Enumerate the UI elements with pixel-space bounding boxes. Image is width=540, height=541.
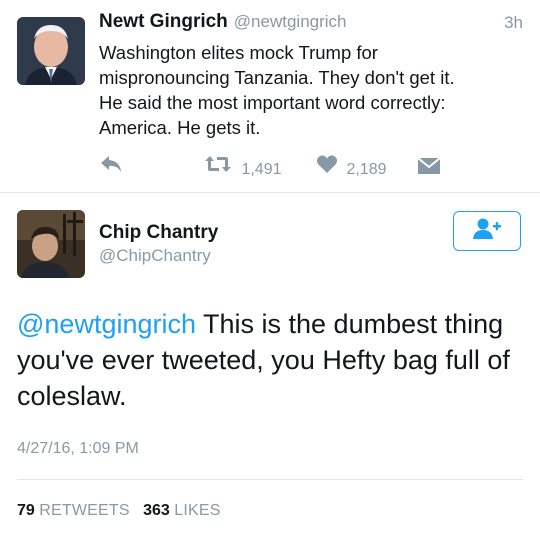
tweet2-author-handle[interactable]: @ChipChantry <box>99 246 211 266</box>
like-button[interactable]: 2,189 <box>316 154 387 178</box>
tweet1-author[interactable]: Newt Gingrich @newtgingrich <box>99 11 347 33</box>
tweet2-text-line: you've ever tweeted, you Hefty bag full … <box>17 345 510 375</box>
retweet-icon[interactable] <box>203 154 233 174</box>
tweet2-stats: 79 RETWEETS 363 LIKES <box>17 502 221 520</box>
tweet2-text-line: coleslaw. <box>17 381 127 411</box>
tweet2-text-line: @newtgingrich This is the dumbest thing <box>17 306 527 342</box>
tweet2-text-fragment: This is the dumbest thing <box>196 309 504 339</box>
tweet1-text-line: mispronouncing Tanzania. They don't get … <box>99 67 455 88</box>
tweet1-text-line: He said the most important word correctl… <box>99 92 446 113</box>
retweet-button[interactable]: 1,491 <box>203 154 282 178</box>
retweets-label: RETWEETS <box>39 502 130 519</box>
retweets-stat[interactable]: 79 RETWEETS <box>17 502 130 519</box>
tweet-divider <box>0 192 540 193</box>
retweet-count: 1,491 <box>241 161 282 178</box>
tweet1-author-name[interactable]: Newt Gingrich <box>99 11 228 32</box>
chip-chantry-avatar[interactable] <box>17 210 85 278</box>
likes-label: LIKES <box>174 502 221 519</box>
like-icon[interactable] <box>316 154 338 174</box>
tweet1-author-handle[interactable]: @newtgingrich <box>234 12 347 31</box>
newt-gingrich-avatar[interactable] <box>17 17 85 85</box>
reply-icon[interactable] <box>99 154 123 174</box>
direct-message-icon[interactable] <box>417 157 441 175</box>
tweet1-text: Washington elites mock Trump for mispron… <box>99 40 524 140</box>
like-count: 2,189 <box>346 161 387 178</box>
likes-stat[interactable]: 363 LIKES <box>143 502 221 519</box>
tweet2-text: @newtgingrich This is the dumbest thing … <box>17 306 527 414</box>
retweets-count: 79 <box>17 502 35 519</box>
tweet2-author-name[interactable]: Chip Chantry <box>99 222 218 244</box>
follow-button[interactable] <box>453 211 521 251</box>
tweet1-text-line: Washington elites mock Trump for <box>99 42 378 63</box>
likes-count: 363 <box>143 502 170 519</box>
tweet1-text-line: America. He gets it. <box>99 117 261 138</box>
reply-button[interactable] <box>99 154 123 178</box>
direct-message-button[interactable] <box>417 157 441 181</box>
stats-divider <box>17 479 523 480</box>
mention-link[interactable]: @newtgingrich <box>17 309 196 339</box>
follow-user-icon[interactable] <box>472 217 502 246</box>
tweet2-timestamp[interactable]: 4/27/16, 1:09 PM <box>17 440 139 458</box>
tweet1-timestamp[interactable]: 3h <box>504 13 523 33</box>
